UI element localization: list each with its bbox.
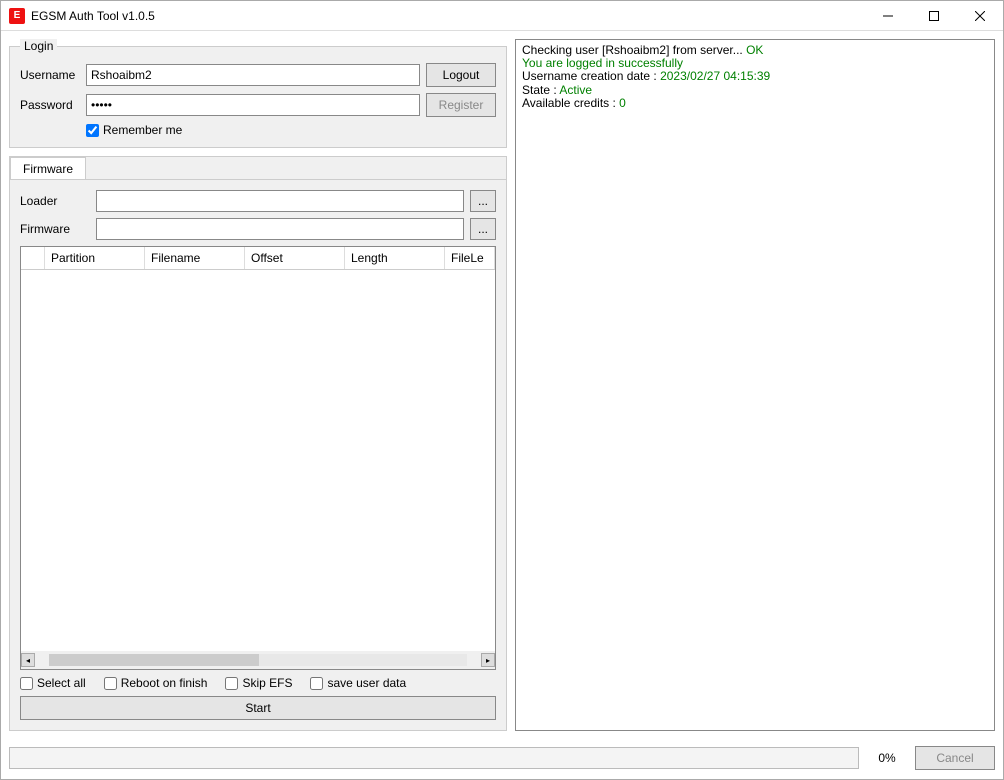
close-button[interactable]: [957, 1, 1003, 30]
progress-percent: 0%: [867, 751, 907, 765]
loader-input[interactable]: [96, 190, 464, 212]
cancel-button[interactable]: Cancel: [915, 746, 995, 770]
login-legend: Login: [20, 39, 57, 53]
skip-efs-checkbox[interactable]: [225, 677, 238, 690]
col-filelen[interactable]: FileLe: [445, 247, 495, 269]
reboot-checkbox[interactable]: [104, 677, 117, 690]
table-body: [21, 270, 495, 651]
minimize-button[interactable]: [865, 1, 911, 30]
scroll-left-arrow-icon[interactable]: ◂: [21, 653, 35, 667]
skip-efs-option[interactable]: Skip EFS: [225, 676, 292, 690]
login-fieldset: Login Username Logout Password Register …: [9, 39, 507, 148]
save-user-checkbox[interactable]: [310, 677, 323, 690]
firmware-browse-button[interactable]: ...: [470, 218, 496, 240]
reboot-option[interactable]: Reboot on finish: [104, 676, 208, 690]
firmware-input[interactable]: [96, 218, 464, 240]
select-all-option[interactable]: Select all: [20, 676, 86, 690]
loader-label: Loader: [20, 194, 90, 208]
password-input[interactable]: [86, 94, 420, 116]
remember-label: Remember me: [103, 123, 182, 137]
window-title: EGSM Auth Tool v1.0.5: [31, 9, 865, 23]
logout-button[interactable]: Logout: [426, 63, 496, 87]
password-label: Password: [20, 98, 80, 112]
progress-bar: [9, 747, 859, 769]
col-offset[interactable]: Offset: [245, 247, 345, 269]
partition-table: Partition Filename Offset Length FileLe …: [20, 246, 496, 670]
app-icon: E: [9, 8, 25, 24]
firmware-label: Firmware: [20, 222, 90, 236]
firmware-tab-container: Firmware Loader ... Firmware ... Partiti…: [9, 156, 507, 731]
remember-checkbox[interactable]: [86, 124, 99, 137]
col-length[interactable]: Length: [345, 247, 445, 269]
col-partition[interactable]: Partition: [45, 247, 145, 269]
register-button[interactable]: Register: [426, 93, 496, 117]
log-pane[interactable]: Checking user [Rshoaibm2] from server...…: [515, 39, 995, 731]
table-scrollbar[interactable]: ◂ ▸: [21, 651, 495, 669]
loader-browse-button[interactable]: ...: [470, 190, 496, 212]
select-all-checkbox[interactable]: [20, 677, 33, 690]
scroll-right-arrow-icon[interactable]: ▸: [481, 653, 495, 667]
col-checkbox[interactable]: [21, 247, 45, 269]
username-input[interactable]: [86, 64, 420, 86]
save-user-option[interactable]: save user data: [310, 676, 406, 690]
maximize-button[interactable]: [911, 1, 957, 30]
username-label: Username: [20, 68, 80, 82]
titlebar: E EGSM Auth Tool v1.0.5: [1, 1, 1003, 31]
start-button[interactable]: Start: [20, 696, 496, 720]
col-filename[interactable]: Filename: [145, 247, 245, 269]
bottom-bar: 0% Cancel: [1, 739, 1003, 779]
tab-firmware[interactable]: Firmware: [10, 157, 86, 180]
